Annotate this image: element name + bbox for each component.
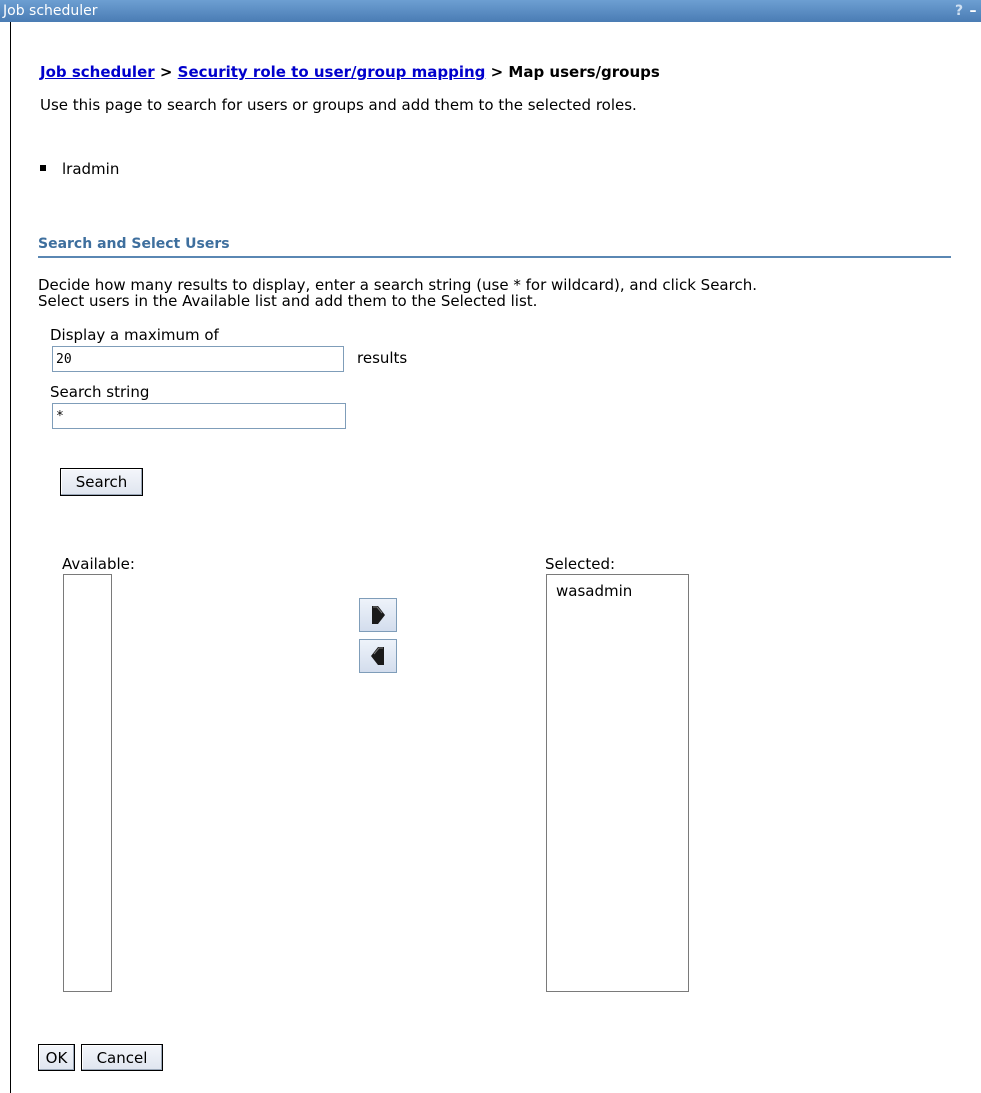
left-border — [10, 22, 11, 1093]
section-title: Search and Select Users — [38, 236, 230, 252]
section-divider — [38, 256, 951, 258]
search-string-label: Search string — [50, 383, 150, 401]
max-results-label: Display a maximum of — [50, 326, 219, 344]
minimize-icon[interactable]: – — [967, 0, 979, 22]
max-results-input[interactable] — [52, 346, 344, 372]
breadcrumb-separator: > — [485, 63, 509, 81]
search-button[interactable]: Search — [60, 468, 143, 496]
remove-from-selected-button[interactable] — [359, 639, 397, 673]
role-list-item: lradmin — [40, 160, 119, 178]
breadcrumb: Job scheduler > Security role to user/gr… — [40, 63, 660, 81]
arrow-left-icon — [371, 647, 384, 665]
breadcrumb-current: Map users/groups — [508, 63, 660, 81]
window-titlebar: Job scheduler ? – — [0, 0, 981, 22]
help-icon[interactable]: ? — [953, 0, 965, 22]
ok-button[interactable]: OK — [38, 1044, 75, 1071]
list-item[interactable]: wasadmin — [547, 581, 688, 601]
cancel-button[interactable]: Cancel — [81, 1044, 163, 1071]
available-label: Available: — [62, 555, 135, 573]
search-string-input[interactable] — [52, 403, 346, 429]
page-description: Use this page to search for users or gro… — [40, 96, 637, 114]
section-description-line: Decide how many results to display, ente… — [38, 276, 757, 294]
window-title: Job scheduler — [3, 3, 98, 19]
section-description: Decide how many results to display, ente… — [38, 277, 757, 309]
selected-label: Selected: — [545, 555, 616, 573]
section-description-line: Select users in the Available list and a… — [38, 292, 538, 310]
breadcrumb-link-security-role-mapping[interactable]: Security role to user/group mapping — [178, 63, 486, 81]
role-name: lradmin — [62, 160, 120, 178]
available-listbox[interactable] — [63, 574, 112, 992]
arrow-right-icon — [372, 606, 385, 624]
results-label: results — [357, 349, 408, 367]
selected-listbox[interactable]: wasadmin — [546, 574, 689, 992]
add-to-selected-button[interactable] — [359, 598, 397, 632]
bullet-icon — [40, 164, 46, 171]
breadcrumb-link-job-scheduler[interactable]: Job scheduler — [40, 63, 155, 81]
breadcrumb-separator: > — [154, 63, 178, 81]
